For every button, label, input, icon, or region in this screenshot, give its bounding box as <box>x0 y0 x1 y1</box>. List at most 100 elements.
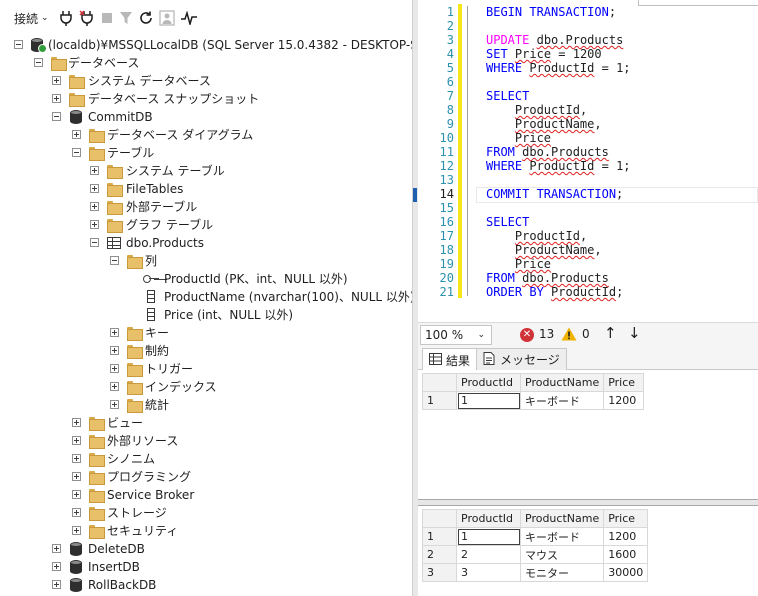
tree-node-system-databases[interactable]: システム データベース <box>0 72 412 90</box>
code-line-5[interactable]: WHERE ProductId = 1; <box>486 61 631 75</box>
tree-node-storage[interactable]: ストレージ <box>0 504 412 522</box>
code-line-7[interactable]: SELECT <box>486 89 529 103</box>
column-header[interactable]: Price <box>603 509 649 528</box>
tree-node-views[interactable]: ビュー <box>0 414 412 432</box>
code-line-9[interactable]: ProductName, <box>486 117 602 131</box>
refresh-icon[interactable] <box>139 8 153 28</box>
row-header-corner[interactable] <box>422 373 457 392</box>
expand-toggle[interactable] <box>72 454 81 463</box>
activity-monitor-icon[interactable] <box>180 8 197 28</box>
expand-toggle[interactable] <box>90 220 99 229</box>
code-line-8[interactable]: ProductId, <box>486 103 587 117</box>
expand-toggle[interactable] <box>72 418 81 427</box>
column-header[interactable]: ProductName <box>519 373 605 392</box>
column-header[interactable]: ProductId <box>456 373 521 392</box>
tree-node-diagrams[interactable]: データベース ダイアグラム <box>0 126 412 144</box>
expand-toggle[interactable] <box>90 184 99 193</box>
expand-toggle[interactable] <box>52 544 61 553</box>
column-header[interactable]: ProductId <box>456 509 521 528</box>
grid-cell[interactable]: モニター <box>519 563 605 582</box>
collapse-toggle[interactable] <box>110 256 119 265</box>
arrow-up-icon[interactable]: ↑ <box>604 324 617 342</box>
tree-node-filetables[interactable]: FileTables <box>0 180 412 198</box>
tree-node-col-productid[interactable]: ProductId (PK、int、NULL 以外) <box>0 270 412 288</box>
grid-cell[interactable]: マウス <box>519 545 605 564</box>
column-header[interactable]: Price <box>603 373 645 392</box>
expand-toggle[interactable] <box>52 76 61 85</box>
code-line-14[interactable]: COMMIT TRANSACTION; <box>486 187 623 201</box>
tree-node-databases[interactable]: データベース <box>0 54 412 72</box>
tree-node-deletedb[interactable]: DeleteDB <box>0 540 412 558</box>
result-grid-2[interactable]: ProductId ProductName Price 1 1 キーボード 12… <box>418 506 758 596</box>
tree-node-database-snapshots[interactable]: データベース スナップショット <box>0 90 412 108</box>
warning-count[interactable]: 0 <box>582 327 590 341</box>
error-icon[interactable]: ✕ <box>520 328 534 342</box>
code-line-21[interactable]: ORDER BY ProductId; <box>486 285 623 299</box>
query-editor[interactable]: 1 2 3 4 5 6 7 8 9 10 11 12 13 14 15 16 17 18 19 20 21 BEGIN … <box>418 0 758 322</box>
code-line-4[interactable]: SET Price = 1200 <box>486 47 602 61</box>
tree-node-rollbackdb[interactable]: RollBackDB <box>0 576 412 594</box>
tree-node-constraints[interactable]: 制約 <box>0 342 412 360</box>
grid-cell[interactable]: キーボード <box>519 391 605 410</box>
code-line-3[interactable]: UPDATE dbo.Products <box>486 33 623 47</box>
expand-toggle[interactable] <box>110 400 119 409</box>
code-line-10[interactable]: Price <box>486 131 551 145</box>
code-line-19[interactable]: Price <box>486 257 551 271</box>
tree-node-system-tables[interactable]: システム テーブル <box>0 162 412 180</box>
code-line-11[interactable]: FROM dbo.Products <box>486 145 609 159</box>
grid-cell[interactable]: 1200 <box>603 527 649 546</box>
tree-node-products[interactable]: dbo.Products <box>0 234 412 252</box>
tree-node-external-resources[interactable]: 外部リソース <box>0 432 412 450</box>
expand-toggle[interactable] <box>72 490 81 499</box>
expand-toggle[interactable] <box>90 166 99 175</box>
row-header-corner[interactable] <box>422 509 457 528</box>
stop-icon[interactable] <box>101 8 113 28</box>
collapse-toggle[interactable] <box>72 148 81 157</box>
connect-plug-icon[interactable] <box>59 8 73 28</box>
row-number[interactable]: 1 <box>422 527 457 546</box>
tree-node-col-productname[interactable]: ProductName (nvarchar(100)、NULL 以外) <box>0 288 412 306</box>
tree-node-security[interactable]: セキュリティ <box>0 522 412 540</box>
code-line-17[interactable]: ProductId, <box>486 229 587 243</box>
expand-toggle[interactable] <box>52 580 61 589</box>
arrow-down-icon[interactable]: ↓ <box>628 324 641 342</box>
tree-node-synonyms[interactable]: シノニム <box>0 450 412 468</box>
expand-toggle[interactable] <box>110 382 119 391</box>
collapse-toggle[interactable] <box>14 40 23 49</box>
expand-toggle[interactable] <box>72 130 81 139</box>
code-line-16[interactable]: SELECT <box>486 215 529 229</box>
row-number[interactable]: 2 <box>422 545 457 564</box>
grid-cell[interactable]: 30000 <box>603 563 649 582</box>
code-line-20[interactable]: FROM dbo.Products <box>486 271 609 285</box>
expand-toggle[interactable] <box>72 472 81 481</box>
expand-toggle[interactable] <box>110 364 119 373</box>
row-number[interactable]: 3 <box>422 563 457 582</box>
tab-results[interactable]: 結果 <box>422 348 478 371</box>
code-line-18[interactable]: ProductName, <box>486 243 602 257</box>
tree-node-programmability[interactable]: プログラミング <box>0 468 412 486</box>
zoom-dropdown[interactable]: 100 % ⌄ <box>420 325 492 345</box>
tree-node-insertdb[interactable]: InsertDB <box>0 558 412 576</box>
expand-toggle[interactable] <box>110 346 119 355</box>
expand-toggle[interactable] <box>72 508 81 517</box>
expand-toggle[interactable] <box>72 436 81 445</box>
warning-icon[interactable] <box>561 327 577 341</box>
tree-node-keys[interactable]: キー <box>0 324 412 342</box>
tree-node-tables[interactable]: テーブル <box>0 144 412 162</box>
expand-toggle[interactable] <box>52 94 61 103</box>
column-header[interactable]: ProductName <box>519 509 605 528</box>
grid-cell[interactable]: 1600 <box>603 545 649 564</box>
grid-cell[interactable]: 1 <box>456 391 521 410</box>
tree-node-columns[interactable]: 列 <box>0 252 412 270</box>
expand-toggle[interactable] <box>90 202 99 211</box>
tree-node-external-tables[interactable]: 外部テーブル <box>0 198 412 216</box>
collapse-toggle[interactable] <box>90 238 99 247</box>
disconnect-plug-icon[interactable] <box>79 8 95 28</box>
policy-icon[interactable] <box>158 8 175 28</box>
code-line-1[interactable]: BEGIN TRANSACTION; <box>486 5 616 19</box>
expand-toggle[interactable] <box>52 562 61 571</box>
result-grid-1[interactable]: ProductId ProductName Price 1 1 キーボード 12… <box>418 370 758 500</box>
connect-button[interactable]: 接続 ⌄ <box>14 8 49 28</box>
tree-node-graph-tables[interactable]: グラフ テーブル <box>0 216 412 234</box>
grid-cell[interactable]: 1 <box>456 527 521 546</box>
